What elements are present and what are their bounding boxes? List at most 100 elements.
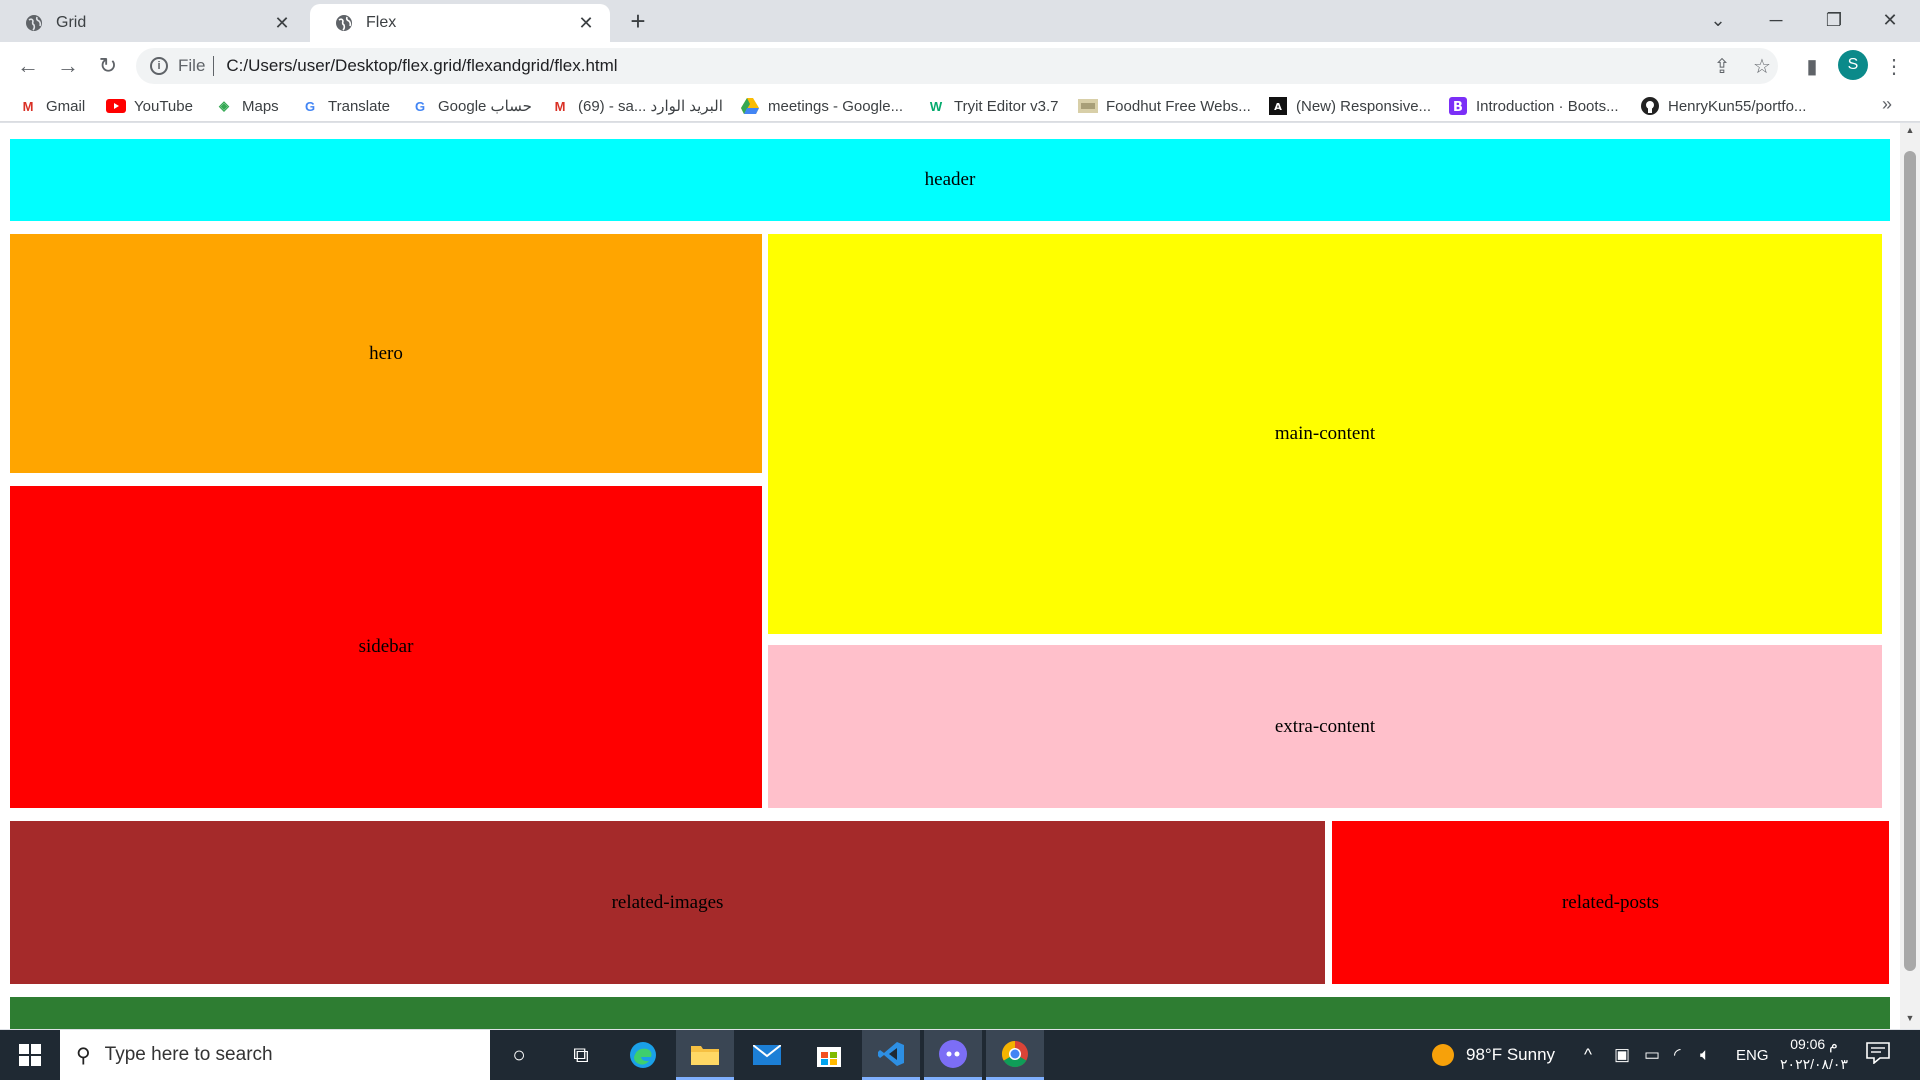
svg-text:A: A	[1274, 102, 1282, 113]
globe-icon	[24, 13, 44, 33]
close-icon[interactable]: ✕	[576, 13, 596, 33]
bookmark-inbox[interactable]: M (69) - sa... البريد الوارد	[550, 95, 723, 117]
address-bar[interactable]: i File C:/Users/user/Desktop/flex.grid/f…	[136, 48, 1778, 84]
hero-section: hero	[10, 234, 762, 473]
drive-icon	[740, 97, 760, 115]
section-label: header	[924, 169, 976, 190]
bookmark-label: Google حساب	[438, 98, 532, 115]
bookmark-label: HenryKun55/portfo...	[1668, 97, 1807, 115]
bookmark-label: Gmail	[46, 97, 86, 115]
scrollbar-thumb[interactable]	[1904, 151, 1916, 971]
scroll-up-icon[interactable]: ▲	[1905, 125, 1915, 139]
globe-icon	[334, 13, 354, 33]
bookmark-google-account[interactable]: G Google حساب	[410, 95, 532, 117]
restore-button[interactable]: ❐	[1810, 0, 1858, 40]
bookmark-bootstrap[interactable]: B Introduction · Boots...	[1448, 95, 1619, 117]
section-label: hero	[369, 342, 403, 364]
extra-content-section: extra-content	[768, 645, 1882, 808]
github-icon	[1640, 97, 1660, 115]
main-content-section: main-content	[768, 234, 1882, 634]
menu-icon[interactable]: ⋮	[1878, 50, 1910, 82]
google-icon: G	[414, 98, 426, 114]
system-clock[interactable]: 09:06 م ٢٠٢٢/٠٨/٠٣	[1772, 1034, 1856, 1074]
bookmark-star-icon[interactable]: ☆	[1746, 50, 1778, 82]
microsoft-store-icon[interactable]	[800, 1030, 858, 1080]
windows-start-button[interactable]	[0, 1030, 60, 1080]
meet-now-icon[interactable]: ▣	[1614, 1030, 1630, 1080]
side-panel-icon[interactable]: ▮	[1796, 50, 1828, 82]
address-url: C:/Users/user/Desktop/flex.grid/flexandg…	[226, 56, 618, 75]
wifi-icon[interactable]: ◜	[1674, 1030, 1681, 1080]
bookmark-gmail[interactable]: M Gmail	[18, 95, 86, 117]
cortana-icon[interactable]: ○	[490, 1030, 548, 1080]
sun-icon	[1432, 1044, 1454, 1066]
minimize-button[interactable]: ─	[1752, 0, 1800, 40]
info-icon[interactable]: i	[150, 57, 168, 75]
w3schools-icon: W	[929, 98, 943, 114]
bookmark-foodhut[interactable]: Foodhut Free Webs...	[1078, 95, 1251, 117]
close-window-button[interactable]: ✕	[1866, 0, 1914, 40]
address-scheme: File	[178, 56, 206, 75]
weather-text: 98°F Sunny	[1466, 1045, 1556, 1064]
section-label: related-images	[611, 891, 724, 913]
tab-flex[interactable]: Flex ✕	[310, 4, 610, 42]
bootstrap-icon: B	[1448, 97, 1468, 115]
chevron-up-icon[interactable]: ^	[1584, 1030, 1592, 1080]
scroll-down-icon[interactable]: ▼	[1905, 1013, 1915, 1027]
bookmarks-bar: M Gmail YouTube ◈ Maps G Translate G Goo…	[0, 90, 1920, 122]
svg-text:B: B	[1453, 100, 1463, 115]
section-label: sidebar	[358, 636, 414, 657]
foodhut-icon	[1078, 97, 1098, 115]
section-label: extra-content	[1274, 715, 1376, 737]
translate-icon: G	[304, 98, 316, 114]
clock-date: ٢٠٢٢/٠٨/٠٣	[1780, 1056, 1848, 1072]
vscode-icon[interactable]	[862, 1030, 920, 1080]
tab-grid[interactable]: Grid ✕	[0, 4, 306, 42]
clock-time: 09:06 م	[1790, 1036, 1838, 1052]
tab-title: Grid	[56, 14, 87, 31]
page-viewport: header hero main-content sidebar extra-c…	[0, 123, 1920, 1029]
maps-icon: ◈	[219, 98, 229, 113]
back-button[interactable]: ←	[12, 50, 44, 82]
bookmark-label: Introduction · Boots...	[1476, 97, 1619, 115]
bookmark-label: YouTube	[134, 97, 193, 115]
bookmark-tryit[interactable]: W Tryit Editor v3.7	[926, 95, 1059, 117]
bookmark-translate[interactable]: G Translate	[300, 95, 390, 117]
avatar[interactable]: S	[1838, 50, 1868, 80]
bookmark-maps[interactable]: ◈ Maps	[214, 95, 279, 117]
discord-icon[interactable]	[924, 1030, 982, 1080]
forward-button[interactable]: →	[52, 50, 84, 82]
weather-widget[interactable]: 98°F Sunny	[1432, 1030, 1555, 1080]
bookmark-label: (New) Responsive...	[1296, 97, 1432, 115]
chevron-right-icon[interactable]: »	[1882, 94, 1892, 115]
edge-icon[interactable]	[614, 1030, 672, 1080]
sidebar-section: sidebar	[10, 486, 762, 808]
battery-icon[interactable]: ▭	[1644, 1030, 1660, 1080]
related-posts-section: related-posts	[1332, 821, 1889, 984]
mail-icon[interactable]	[738, 1030, 796, 1080]
bookmark-label: (69) - sa... البريد الوارد	[578, 98, 723, 115]
chrome-icon[interactable]	[986, 1030, 1044, 1080]
vertical-scrollbar[interactable]: ▲ ▼	[1900, 123, 1920, 1029]
address-divider	[213, 56, 215, 76]
tab-search-icon[interactable]: ⌄	[1694, 0, 1742, 40]
language-indicator[interactable]: ENG	[1736, 1030, 1769, 1080]
bookmark-label: Maps	[242, 97, 279, 115]
volume-icon[interactable]: 🔈︎	[1700, 1030, 1710, 1080]
task-view-icon[interactable]: ⧉	[552, 1030, 610, 1080]
reload-button[interactable]: ↻	[92, 50, 124, 82]
search-icon: ⚲	[76, 1044, 91, 1067]
share-icon[interactable]: ⇪	[1706, 50, 1738, 82]
bookmark-github[interactable]: HenryKun55/portfo...	[1640, 95, 1806, 117]
bookmark-label: meetings - Google...	[768, 97, 904, 115]
bookmark-youtube[interactable]: YouTube	[106, 95, 193, 117]
notification-icon[interactable]	[1866, 1042, 1892, 1068]
bookmark-meetings[interactable]: meetings - Google...	[740, 95, 903, 117]
windows-logo-icon	[19, 1044, 41, 1066]
new-tab-button[interactable]: +	[624, 8, 652, 36]
bookmark-responsive[interactable]: A (New) Responsive...	[1268, 95, 1431, 117]
taskbar-search-box[interactable]: ⚲ Type here to search	[60, 1030, 490, 1080]
close-icon[interactable]: ✕	[272, 13, 292, 33]
header-section: header	[10, 139, 1890, 221]
file-explorer-icon[interactable]	[676, 1030, 734, 1080]
